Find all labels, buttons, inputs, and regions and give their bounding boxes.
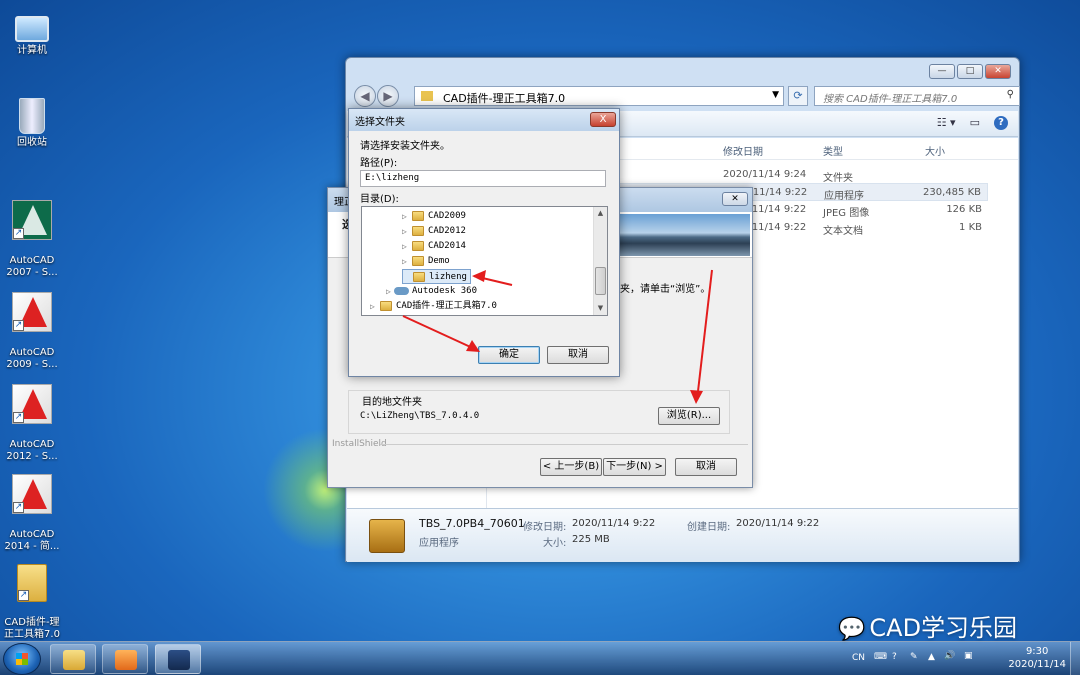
network-icon[interactable]: ▣ xyxy=(964,651,973,661)
keyboard-icon[interactable]: ⌨ xyxy=(874,652,887,662)
annotation-arrows xyxy=(402,269,713,404)
installer-icon xyxy=(168,650,190,670)
help-icon[interactable]: ? xyxy=(892,652,897,662)
taskbar-explorer-button[interactable] xyxy=(50,644,96,674)
taskbar-media-player-button[interactable] xyxy=(102,644,148,674)
language-indicator[interactable]: CN xyxy=(852,653,865,663)
taskbar: CN ⌨ ? ✎ ▲ 🔊 ▣ 9:30 2020/11/14 xyxy=(0,641,1080,675)
arrow-to-lizheng xyxy=(472,270,513,286)
show-hidden-icons-icon[interactable]: ▲ xyxy=(928,652,935,662)
settings-icon[interactable]: ✎ xyxy=(910,652,918,662)
clock[interactable]: 9:30 2020/11/14 xyxy=(1008,645,1066,671)
media-player-icon xyxy=(115,650,137,670)
show-desktop-button[interactable] xyxy=(1070,642,1080,675)
clock-time: 9:30 xyxy=(1025,646,1049,657)
wechat-icon: 💬 xyxy=(838,617,866,642)
folder-icon xyxy=(63,650,85,670)
arrow-to-browse xyxy=(690,269,713,404)
taskbar-installer-button[interactable] xyxy=(155,644,201,674)
start-button[interactable] xyxy=(3,643,41,675)
system-tray: CN ⌨ ? ✎ ▲ 🔊 ▣ 9:30 2020/11/14 xyxy=(850,642,1080,675)
arrow-to-ok xyxy=(402,315,480,352)
volume-icon[interactable]: 🔊 xyxy=(944,651,955,661)
watermark-text: CAD学习乐园 xyxy=(869,614,1018,642)
watermark: 💬 CAD学习乐园 xyxy=(838,608,1017,643)
clock-date: 2020/11/14 xyxy=(1008,659,1066,670)
